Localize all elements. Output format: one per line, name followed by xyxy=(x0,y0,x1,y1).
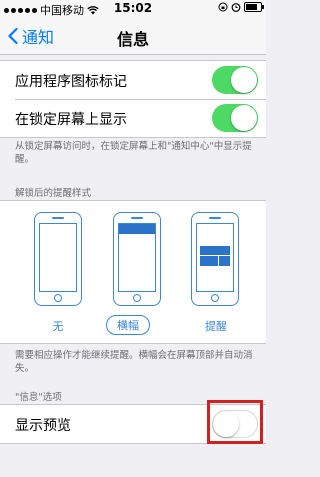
alert-style-note: 需要相应操作才能继续提醒。横幅会在屏幕顶部并自动消失。 xyxy=(15,350,253,374)
lock-screen-label: 在锁定屏幕上显示 xyxy=(15,112,127,128)
lock-screen-toggle[interactable] xyxy=(212,104,258,132)
alert-style-picker: 无 横幅 提醒 xyxy=(0,200,266,344)
alert-style-none-phone[interactable] xyxy=(34,212,82,306)
alarm-icon xyxy=(231,3,241,12)
lock-screen-row: 在锁定屏幕上显示 xyxy=(0,99,266,137)
alert-style-header: 解锁后的提醒样式 xyxy=(15,188,92,199)
highlight-annotation-box xyxy=(207,400,263,444)
message-options-header: "信息"选项 xyxy=(15,392,62,403)
lock-screen-note: 从锁定屏幕访问时，在锁定屏幕上和"通知中心"中显示提醒。 xyxy=(15,141,252,165)
app-icon-badge-label: 应用程序图标标记 xyxy=(15,74,127,90)
page-title: 信息 xyxy=(116,30,149,49)
orientation-lock-icon xyxy=(218,2,228,12)
status-bar: 中国移动 15:02 xyxy=(0,0,266,18)
alert-style-banner-phone[interactable] xyxy=(113,212,161,306)
status-right xyxy=(218,2,264,12)
notification-settings-group: 应用程序图标标记 在锁定屏幕上显示 xyxy=(0,60,266,138)
alert-style-alert-label[interactable]: 提醒 xyxy=(202,318,230,334)
app-icon-badge-row: 应用程序图标标记 xyxy=(0,61,266,99)
show-preview-label: 显示预览 xyxy=(15,418,71,434)
alert-style-banner-label[interactable]: 横幅 xyxy=(106,315,150,335)
app-icon-badge-toggle[interactable] xyxy=(212,66,258,94)
alert-style-alert-phone[interactable] xyxy=(191,212,239,306)
alert-style-none-label[interactable]: 无 xyxy=(48,318,68,334)
navigation-bar: 通知 信息 xyxy=(0,18,266,55)
battery-icon xyxy=(244,2,264,12)
